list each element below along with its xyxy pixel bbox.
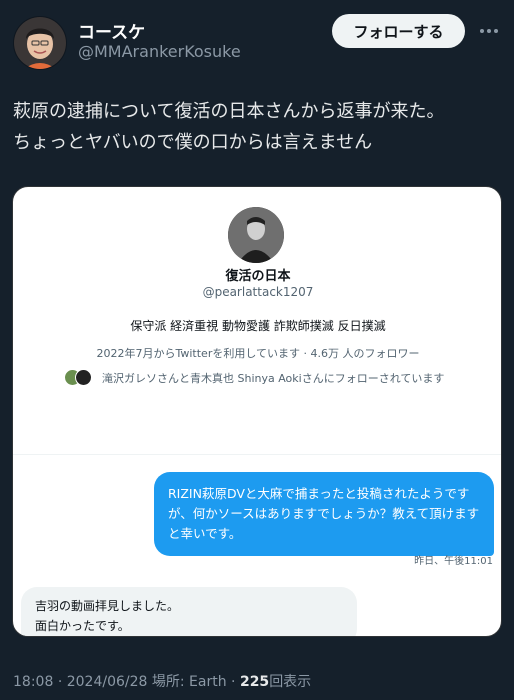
dm-profile-bio: 保守派 経済重視 動物愛護 詐欺師撲滅 反日撲滅	[130, 319, 386, 333]
dm-profile-name: 復活の日本	[225, 269, 291, 284]
dm-followed-by: 滝沢ガレソさんと青木真也 Shinya Aokiさんにフォローされています	[64, 369, 484, 387]
followed-by-avatars	[64, 369, 94, 387]
dm-incoming-line: 面白かったです。	[35, 619, 130, 633]
followed-by-text: 滝沢ガレソさんと青木真也 Shinya Aokiさんにフォローされています	[102, 372, 445, 385]
tweet-media-image[interactable]: 復活の日本 @pearlattack1207 保守派 経済重視 動物愛護 詐欺師…	[12, 186, 502, 637]
dm-message-timestamp: 昨日、午後11:01	[414, 556, 493, 567]
tweet-header: コースケ @MMArankerKosuke フォローする	[0, 0, 514, 72]
tweet-location: 場所: Earth	[151, 674, 227, 690]
tweet-date[interactable]: 2024/06/28	[67, 674, 148, 690]
more-dot	[487, 29, 491, 33]
more-dot	[494, 29, 498, 33]
tweet-page: コースケ @MMArankerKosuke フォローする 萩原の逮捕について復活…	[0, 0, 514, 700]
dm-profile-handle: @pearlattack1207	[202, 285, 314, 299]
author-handle[interactable]: @MMArankerKosuke	[78, 42, 241, 61]
follow-button[interactable]: フォローする	[332, 14, 465, 48]
tweet-text: 萩原の逮捕について復活の日本さんから返事が来た。 ちょっとヤバいので僕の口からは…	[13, 96, 503, 158]
dm-divider	[13, 454, 501, 455]
tweet-line: ちょっとヤバいので僕の口からは言えません	[13, 132, 373, 153]
mini-avatar	[75, 369, 92, 386]
tweet-meta: 18:08 · 2024/06/28 場所: Earth · 225回表示	[13, 671, 311, 691]
views-count: 225	[239, 674, 270, 690]
meta-separator: ·	[231, 674, 236, 690]
author-name[interactable]: コースケ	[78, 18, 145, 43]
dm-incoming-line: 吉羽の動画拝見しました。	[35, 599, 180, 613]
more-icon[interactable]	[474, 17, 504, 45]
views-label: 回表示	[269, 674, 312, 690]
tweet-line: 萩原の逮捕について復活の日本さんから返事が来た。	[13, 101, 445, 122]
dm-message-outgoing: RIZIN萩原DVと大麻で捕まったと投稿されたようですが、何かソースはありますで…	[154, 472, 494, 556]
more-dot	[480, 29, 484, 33]
tweet-time[interactable]: 18:08	[13, 674, 53, 690]
dm-message-incoming: 吉羽の動画拝見しました。 面白かったです。	[21, 587, 357, 636]
meta-separator: ·	[57, 674, 63, 690]
dm-profile-avatar	[228, 207, 284, 263]
dm-profile-stats: 2022年7月からTwitterを利用しています · 4.6万 人のフォロワー	[96, 347, 420, 360]
author-avatar[interactable]	[13, 16, 67, 70]
dm-profile-avatar-image	[228, 207, 284, 263]
author-avatar-image	[14, 17, 66, 69]
